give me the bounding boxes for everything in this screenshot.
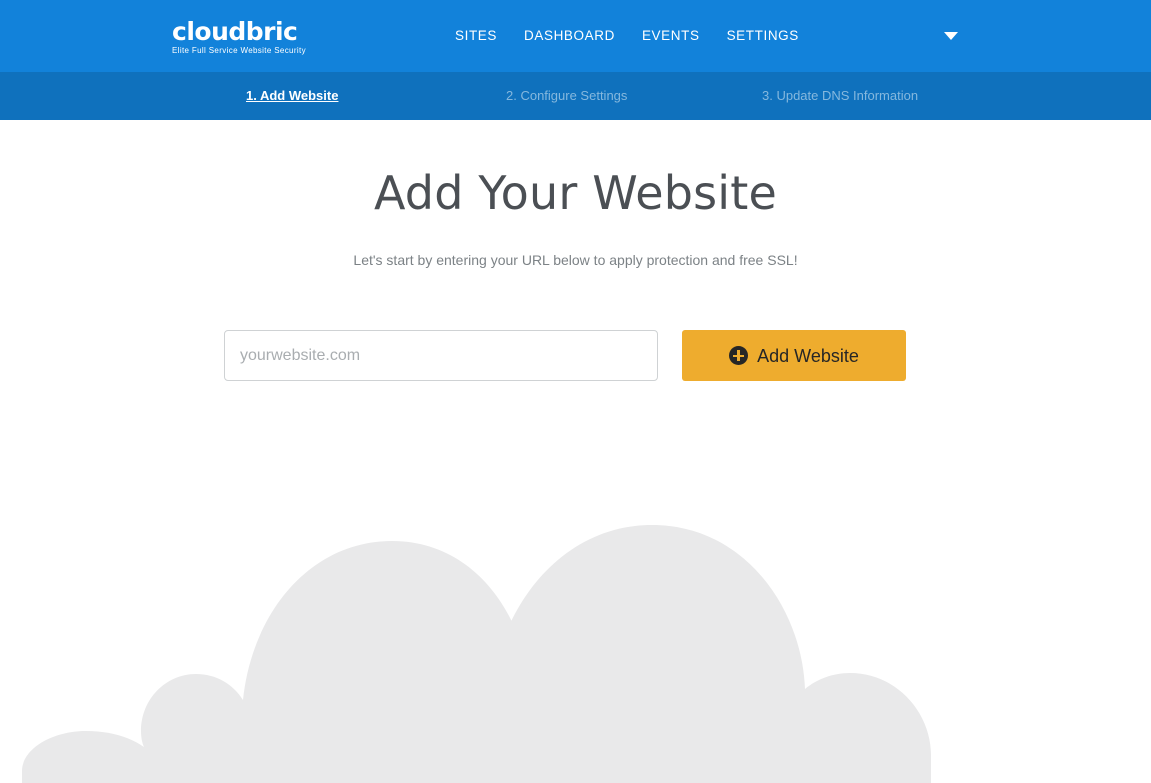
nav-item-events[interactable]: EVENTS [642, 27, 713, 45]
chevron-down-icon[interactable] [944, 32, 958, 40]
add-website-button[interactable]: Add Website [682, 330, 906, 381]
step-3-update-dns-information[interactable]: 3. Update DNS Information [762, 87, 918, 105]
cloud-gap [360, 603, 426, 783]
logo-tagline: Elite Full Service Website Security [172, 46, 306, 55]
nav-item-dashboard[interactable]: DASHBOARD [524, 27, 628, 45]
add-website-button-label: Add Website [757, 345, 859, 366]
nav-item-sites[interactable]: SITES [455, 27, 510, 45]
setup-steps-bar: 1. Add Website 2. Configure Settings 3. … [0, 72, 1151, 120]
page-title: Add Your Website [373, 166, 778, 220]
top-header-bar: cloudbric Elite Full Service Website Sec… [0, 0, 1151, 72]
nav-item-settings[interactable]: SETTINGS [727, 27, 812, 45]
website-url-input[interactable] [224, 330, 658, 381]
add-website-form: Add Website [224, 330, 906, 381]
step-2-configure-settings[interactable]: 2. Configure Settings [506, 87, 627, 105]
cloud-shape-front [22, 541, 533, 783]
cloudbric-logo[interactable]: cloudbric Elite Full Service Website Sec… [172, 19, 322, 56]
cloud-shape-back [392, 525, 931, 783]
main-content: Add Your Website Let's start by entering… [0, 120, 1151, 783]
logo-wordmark: cloudbric [172, 17, 298, 46]
plus-circle-icon [729, 346, 749, 365]
step-1-add-website[interactable]: 1. Add Website [246, 87, 338, 105]
cloud-illustration [22, 525, 931, 783]
page-subtitle: Let's start by entering your URL below t… [353, 252, 798, 268]
main-navigation: SITES DASHBOARD EVENTS SETTINGS [455, 27, 812, 45]
